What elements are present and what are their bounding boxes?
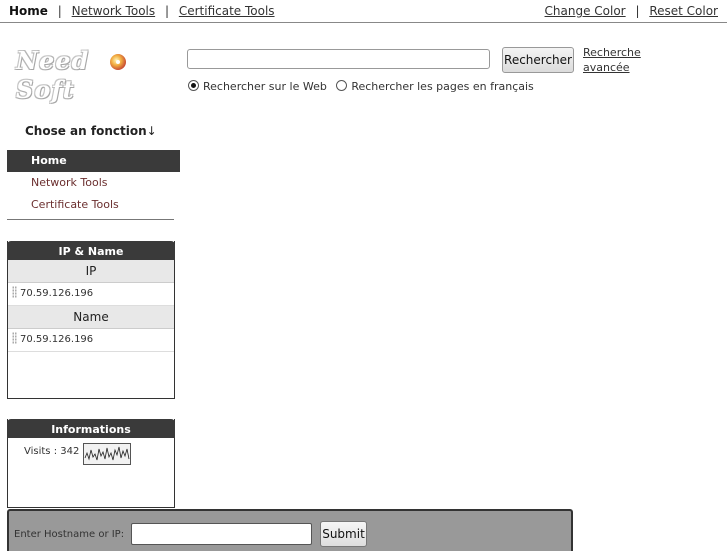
radio-unselected-icon[interactable]	[336, 80, 348, 91]
sidebar-divider	[7, 219, 174, 220]
radio-selected-icon[interactable]	[188, 80, 199, 91]
top-navigation: Home | Network Tools | Certificate Tools…	[0, 0, 727, 23]
ip-header: IP	[8, 260, 174, 283]
nav-home-link[interactable]: Home	[9, 4, 48, 18]
sidebar-title: Chose an fonction↓	[25, 124, 157, 138]
search-scope-options: Rechercher sur le Web Rechercher les pag…	[188, 80, 540, 93]
change-color-link[interactable]: Change Color	[545, 4, 626, 18]
search-input[interactable]	[187, 49, 490, 69]
name-header: Name	[8, 306, 174, 329]
arrow-down-icon: ↓	[146, 124, 157, 138]
nav-separator: |	[57, 4, 62, 18]
radio-french-option[interactable]: Rechercher les pages en français	[336, 80, 534, 93]
nav-separator: |	[635, 4, 640, 18]
hostname-input[interactable]	[131, 523, 312, 545]
sidebar-item-certificate-tools[interactable]: Certificate Tools	[7, 194, 180, 216]
sidebar-item-network-tools[interactable]: Network Tools	[7, 172, 180, 194]
reset-color-link[interactable]: Reset Color	[649, 4, 718, 18]
nav-separator: |	[164, 4, 169, 18]
logo-disc-icon	[110, 54, 126, 70]
ip-value: 70.59.126.196	[20, 288, 94, 299]
radio-web-label: Rechercher sur le Web	[203, 80, 327, 93]
name-row: 70.59.126.196	[8, 329, 174, 352]
informations-panel-title: Informations	[7, 419, 175, 438]
ip-name-panel: IP & Name IP 70.59.126.196 Name 70.59.12…	[7, 241, 175, 399]
visits-counter: Visits : 342	[24, 446, 80, 457]
sidebar-title-text: Chose an fonction	[25, 124, 147, 138]
sidebar-item-home[interactable]: Home	[7, 150, 180, 172]
search-button[interactable]: Rechercher	[502, 47, 574, 73]
drag-handle-icon[interactable]	[12, 332, 17, 344]
site-logo[interactable]: Need Soft	[16, 44, 146, 104]
informations-panel: Informations Visits : 342	[7, 419, 175, 508]
visits-sparkline-icon	[83, 443, 131, 465]
hostname-label: Enter Hostname or IP:	[14, 529, 125, 540]
ip-name-panel-title: IP & Name	[7, 241, 175, 260]
name-value: 70.59.126.196	[20, 334, 94, 345]
ip-row: 70.59.126.196	[8, 283, 174, 306]
drag-handle-icon[interactable]	[12, 286, 17, 298]
radio-web-option[interactable]: Rechercher sur le Web	[188, 80, 327, 93]
sidebar-menu: Home Network Tools Certificate Tools	[7, 150, 180, 216]
submit-button[interactable]: Submit	[320, 521, 367, 547]
nav-certificate-tools-link[interactable]: Certificate Tools	[179, 4, 275, 18]
radio-french-label: Rechercher les pages en français	[351, 80, 534, 93]
nav-network-tools-link[interactable]: Network Tools	[72, 4, 155, 18]
advanced-search-link[interactable]: Recherche avancée	[583, 45, 643, 75]
